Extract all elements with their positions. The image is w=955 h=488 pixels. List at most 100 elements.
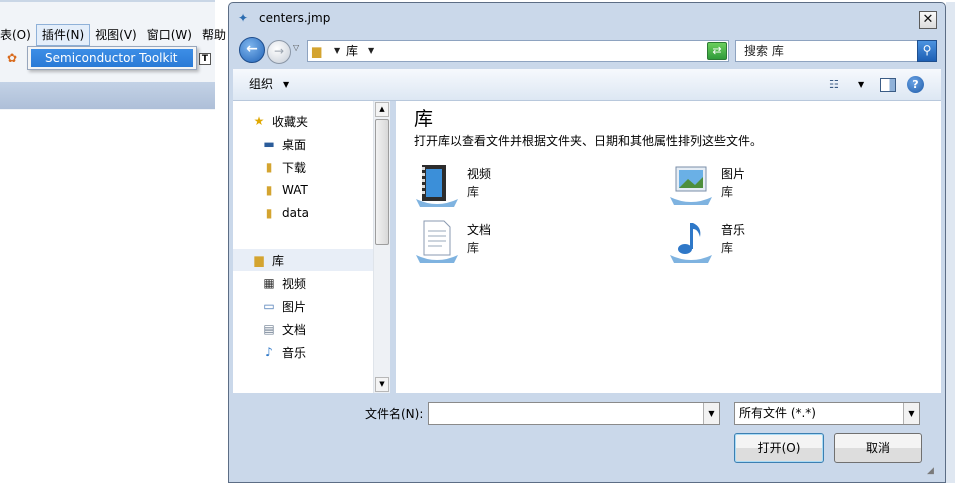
semiconductor-toolkit-menu-item[interactable]: Semiconductor Toolkit	[31, 49, 193, 67]
library-music-kind: 库	[721, 241, 734, 255]
view-dropdown-icon[interactable]: ▼	[858, 80, 864, 90]
filename-dropdown-icon[interactable]: ▼	[703, 403, 719, 424]
nav-videos-label: 视频	[282, 276, 307, 291]
menu-plugins[interactable]: 插件(N)	[35, 24, 91, 46]
document-icon: ▤	[263, 322, 275, 336]
music-library-icon	[670, 223, 712, 263]
video-icon: ▦	[263, 276, 275, 290]
search-button[interactable]: ⚲	[917, 40, 937, 62]
organize-button[interactable]: 组织	[249, 77, 273, 92]
nav-wat[interactable]: ▮ WAT	[261, 180, 308, 200]
nav-desktop-label: 桌面	[282, 137, 307, 152]
nav-data[interactable]: ▮ data	[261, 203, 309, 223]
menu-help[interactable]: 帮助	[197, 25, 231, 45]
library-documents-kind: 库	[467, 241, 480, 255]
libraries-heading: 库	[414, 108, 434, 130]
documents-library-icon	[416, 220, 458, 263]
downloads-folder-icon: ▮	[265, 160, 273, 174]
menu-window[interactable]: 窗口(W)	[142, 25, 197, 45]
scroll-thumb[interactable]	[375, 119, 389, 245]
filetype-select[interactable]: 所有文件 (*.*) ▼	[734, 402, 920, 425]
text-tool-icon[interactable]: T	[199, 53, 211, 65]
filetype-dropdown-icon[interactable]: ▼	[903, 403, 919, 424]
preview-pane-icon[interactable]	[880, 78, 896, 92]
search-placeholder: 搜索 库	[744, 44, 784, 58]
dialog-title: centers.jmp	[259, 11, 331, 25]
search-icon: ⚲	[922, 43, 932, 57]
background-panel-band	[0, 82, 215, 109]
nav-documents-label: 文档	[282, 322, 307, 337]
library-tile-documents[interactable]: 文档 库	[414, 219, 614, 269]
nav-favorites[interactable]: ★ 收藏夹	[251, 111, 308, 131]
desktop-strip	[946, 2, 955, 483]
organize-dropdown-icon[interactable]: ▼	[283, 79, 289, 91]
nav-music-label: 音乐	[282, 345, 307, 360]
view-options-icon[interactable]: ☷	[829, 78, 843, 92]
filename-label: 文件名(N):	[365, 407, 424, 421]
breadcrumb-libraries[interactable]: 库	[346, 43, 358, 59]
nav-downloads[interactable]: ▮ 下载	[261, 157, 306, 177]
nav-desktop[interactable]: ▬ 桌面	[261, 134, 306, 154]
scroll-down-icon[interactable]: ▼	[375, 377, 389, 392]
pictures-library-icon	[670, 166, 712, 205]
cancel-button[interactable]: 取消	[834, 433, 922, 463]
dialog-titlebar[interactable]: ✦ centers.jmp ✕	[229, 3, 945, 33]
menu-view[interactable]: 视图(V)	[90, 25, 142, 45]
libraries-description: 打开库以查看文件并根据文件夹、日期和其他属性排列这些文件。	[414, 134, 763, 148]
nav-favorites-label: 收藏夹	[272, 114, 309, 129]
library-tile-music[interactable]: 音乐 库	[668, 219, 868, 269]
library-tile-videos[interactable]: 视频 库	[414, 163, 614, 213]
back-arrow-icon: ←	[246, 41, 258, 57]
filename-input[interactable]	[428, 402, 720, 425]
library-videos-name: 视频	[467, 167, 492, 181]
plugin-dropdown-menu: Semiconductor Toolkit	[27, 46, 197, 70]
address-bar[interactable]: ▆ ▼ 库 ▼ ▼	[307, 40, 767, 62]
forward-button[interactable]: →	[267, 40, 291, 64]
nav-scrollbar[interactable]: ▲ ▼	[373, 101, 390, 393]
nav-pictures[interactable]: ▭ 图片	[261, 296, 306, 316]
library-documents-name: 文档	[467, 223, 492, 237]
desktop-icon: ▬	[263, 137, 275, 151]
open-button[interactable]: 打开(O)	[734, 433, 824, 463]
open-file-dialog: ✦ centers.jmp ✕ ← → ▽ ▆ ▼ 库 ▼ ▼ ⇄ 搜索 库 ⚲…	[228, 2, 946, 483]
star-icon: ★	[253, 114, 265, 128]
breadcrumb-arrow-icon[interactable]: ▼	[368, 45, 374, 57]
background-app-window: 表(O) 插件(N) 视图(V) 窗口(W) 帮助 ✿ T Semiconduc…	[0, 0, 226, 110]
library-pictures-name: 图片	[721, 167, 746, 181]
nav-data-label: data	[282, 206, 310, 220]
libraries-icon: ▆	[254, 253, 264, 267]
help-icon[interactable]: ?	[907, 76, 924, 93]
refresh-icon: ⇄	[712, 44, 722, 57]
background-top-line	[0, 0, 215, 2]
back-button[interactable]: ←	[239, 37, 265, 63]
folder-icon: ▮	[265, 183, 273, 197]
breadcrumb-root-arrow-icon[interactable]: ▼	[334, 45, 340, 57]
nav-music[interactable]: ♪ 音乐	[261, 342, 306, 362]
toolkit-icon[interactable]: ✿	[7, 52, 21, 64]
nav-downloads-label: 下载	[282, 160, 307, 175]
nav-documents[interactable]: ▤ 文档	[261, 319, 306, 339]
nav-videos[interactable]: ▦ 视频	[261, 273, 306, 293]
background-menubar: 表(O) 插件(N) 视图(V) 窗口(W) 帮助	[0, 24, 226, 46]
nav-libraries-label: 库	[272, 253, 285, 268]
refresh-button[interactable]: ⇄	[707, 42, 727, 60]
folder-icon: ▮	[265, 206, 273, 220]
nav-wat-label: WAT	[282, 183, 308, 197]
library-tile-pictures[interactable]: 图片 库	[668, 163, 868, 213]
scroll-up-icon[interactable]: ▲	[375, 102, 389, 117]
picture-icon: ▭	[263, 299, 275, 313]
library-music-name: 音乐	[721, 223, 746, 237]
search-input[interactable]: 搜索 库	[735, 40, 937, 62]
forward-arrow-icon: →	[273, 44, 285, 58]
content-pane: 库 打开库以查看文件并根据文件夹、日期和其他属性排列这些文件。 视频 库 图片 …	[396, 101, 941, 393]
history-dropdown-icon[interactable]: ▽	[293, 43, 303, 53]
music-note-icon: ♪	[265, 345, 273, 359]
nav-libraries[interactable]: ▆ 库	[251, 250, 284, 270]
menu-table[interactable]: 表(O)	[0, 25, 36, 45]
libraries-folder-icon: ▆	[312, 44, 322, 58]
library-videos-kind: 库	[467, 185, 480, 199]
close-button[interactable]: ✕	[919, 11, 937, 29]
command-bar: 组织 ▼ ☷ ▼ ?	[233, 69, 941, 101]
nav-pictures-label: 图片	[282, 299, 307, 314]
resize-grip-icon[interactable]: ◢	[927, 465, 939, 477]
